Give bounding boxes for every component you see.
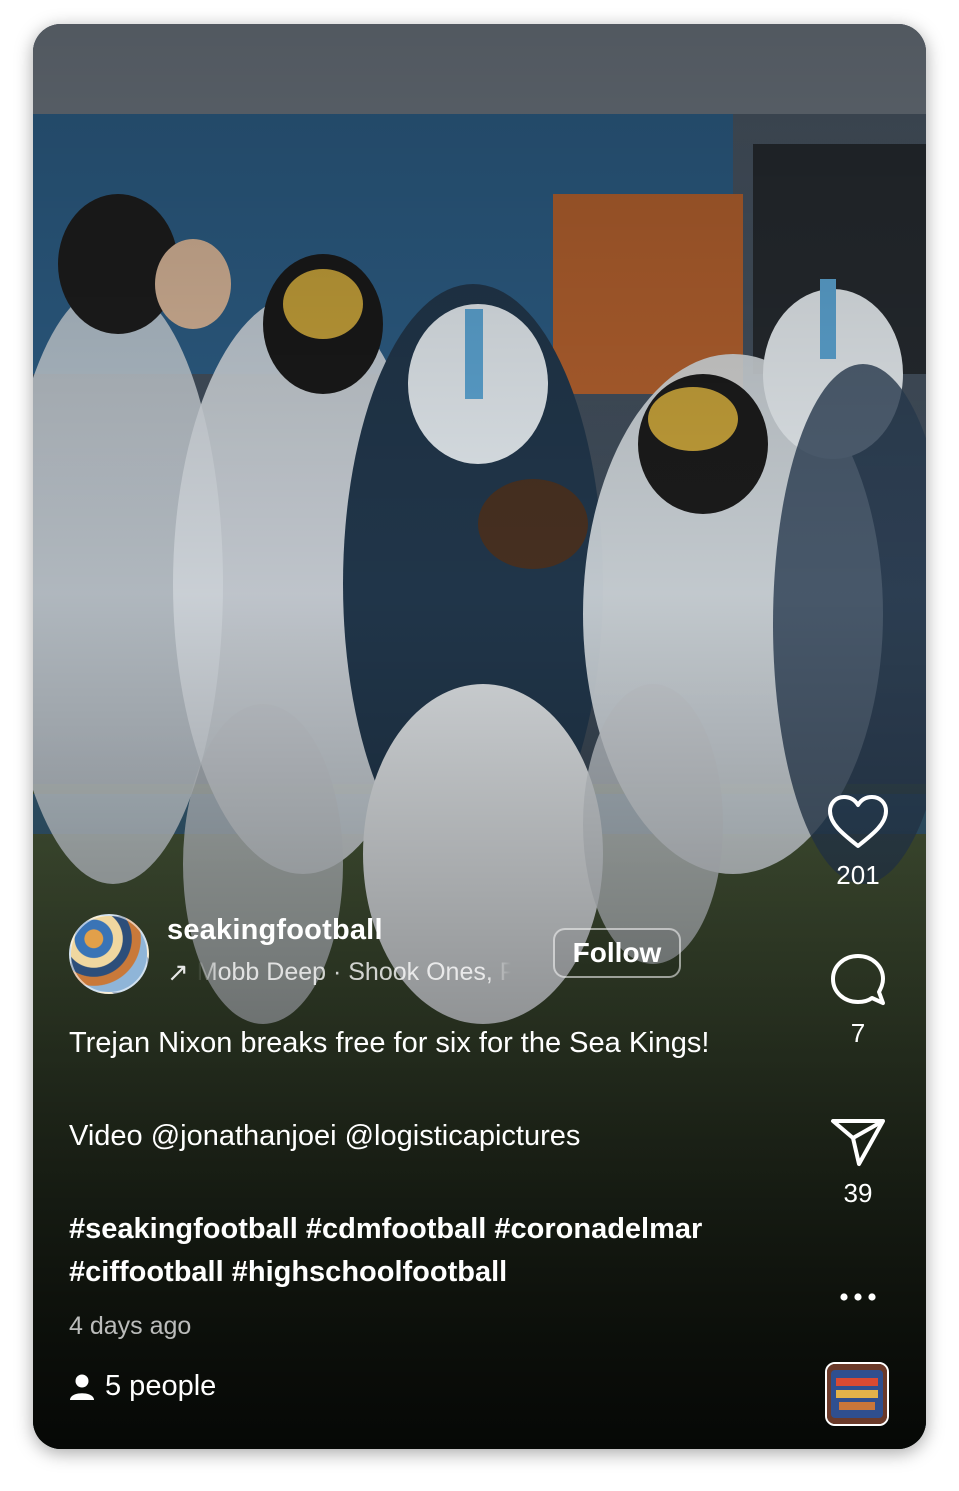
music-arrow-icon: ↗ bbox=[167, 956, 189, 987]
like-count: 201 bbox=[836, 860, 880, 890]
caption[interactable]: Trejan Nixon breaks free for six for the… bbox=[69, 1022, 829, 1294]
author-row: seakingfootball ↗ Mobb Deep · Shook Ones… bbox=[69, 914, 829, 994]
hashtags-line-2[interactable]: #ciffootball #highschoolfootball bbox=[69, 1256, 507, 1288]
viewers-count: 5 people bbox=[105, 1370, 217, 1402]
hashtags-line-1[interactable]: #seakingfootball #cdmfootball #coronadel… bbox=[69, 1213, 702, 1245]
comment-action[interactable]: 7 bbox=[823, 952, 893, 1049]
heart-icon[interactable] bbox=[827, 794, 889, 850]
music-title: Mobb Deep · Shook Ones, Pt. II bbox=[196, 957, 511, 986]
viewers-row[interactable]: 5 people bbox=[69, 1370, 216, 1403]
caption-text: Trejan Nixon breaks free for six for the… bbox=[69, 1027, 710, 1059]
more-button[interactable] bbox=[823, 1292, 893, 1302]
caption-hashtags: #seakingfootball #cdmfootball #coronadel… bbox=[69, 1208, 829, 1294]
like-action[interactable]: 201 bbox=[823, 794, 893, 891]
reel-viewer: seakingfootball ↗ Mobb Deep · Shook Ones… bbox=[33, 24, 926, 1449]
audio-album-art[interactable] bbox=[825, 1362, 889, 1426]
caption-credits: Video @jonathanjoei @logisticapictures bbox=[69, 1120, 581, 1152]
post-meta: seakingfootball ↗ Mobb Deep · Shook Ones… bbox=[69, 914, 829, 1341]
username[interactable]: seakingfootball bbox=[167, 914, 383, 947]
follow-button[interactable]: Follow bbox=[553, 928, 681, 978]
comment-bubble-icon[interactable] bbox=[829, 952, 887, 1008]
more-dots-icon[interactable] bbox=[838, 1292, 878, 1302]
avatar[interactable] bbox=[69, 914, 149, 994]
post-timestamp: 4 days ago bbox=[69, 1312, 192, 1340]
share-count: 39 bbox=[843, 1178, 873, 1208]
comment-count: 7 bbox=[850, 1018, 866, 1048]
music-row[interactable]: ↗ Mobb Deep · Shook Ones, Pt. II bbox=[167, 956, 511, 988]
share-action[interactable]: 39 bbox=[823, 1116, 893, 1209]
album-cover-image bbox=[827, 1364, 887, 1424]
paper-plane-icon[interactable] bbox=[829, 1116, 887, 1168]
person-icon bbox=[70, 1374, 94, 1400]
